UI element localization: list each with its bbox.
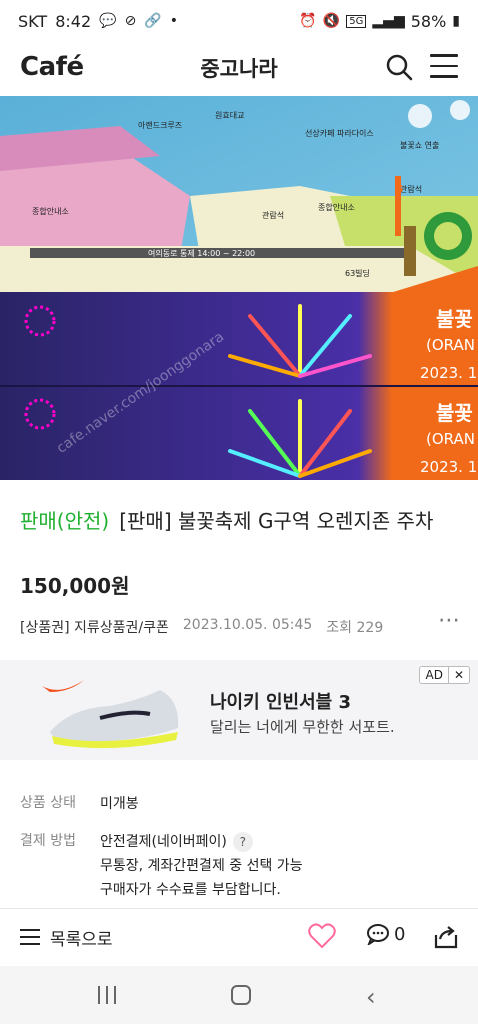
- search-icon[interactable]: [384, 52, 414, 82]
- ad-label: AD: [425, 668, 443, 682]
- list-icon: [20, 928, 40, 947]
- safe-sale-tag: 판매(안전): [20, 509, 110, 533]
- status-bar: SKT 8:42 💬 ⊘ 🔗 • ⏰ 🔇 5G ▂▄▆ 58% ▮: [0, 0, 478, 42]
- bottom-action-bar: 목록으로 0: [0, 908, 478, 966]
- share-icon[interactable]: [432, 923, 460, 951]
- ticket-text: 불꽃: [436, 401, 473, 425]
- ticket-photo-svg: 아랜드크루즈 원효대교 선상카페 파라다이스 불꽃쇼 연출 종합안내소 관람석 …: [0, 96, 478, 480]
- ad-product-name: 나이키 인빈서블 3: [210, 692, 351, 713]
- map-label: 관람석: [400, 184, 422, 194]
- back-icon[interactable]: ‹: [366, 983, 376, 1011]
- condition-label: 상품 상태: [20, 795, 76, 811]
- payment-value: 안전결제(네이버페이)? 무통장, 계좌간편결제 중 선택 가능 구매자가 수수…: [100, 830, 303, 902]
- road-closure-label: 여의동로 통제 14:00 ~ 22:00: [148, 248, 255, 258]
- listing-title-text: [판매] 불꽃축제 G구역 오렌지존 주차: [119, 509, 434, 533]
- map-label: 선상카페 파라다이스: [305, 128, 374, 138]
- ticket-text: (ORAN: [426, 336, 475, 354]
- wifi-off-icon: ⊘: [124, 13, 137, 29]
- mute-icon: 🔇: [322, 13, 341, 29]
- signal-icon: ▂▄▆: [372, 13, 405, 29]
- comment-count: 0: [394, 923, 406, 945]
- comment-button[interactable]: 0: [366, 923, 405, 945]
- battery-label: 58%: [410, 11, 447, 31]
- listing-category[interactable]: [상품권] 지류상품권/쿠폰: [20, 617, 169, 637]
- back-to-list-button[interactable]: 목록으로: [20, 925, 113, 950]
- zone-g-label: G: [395, 184, 403, 195]
- ticket-text: 불꽃: [436, 307, 473, 331]
- battery-icon: ▮: [452, 13, 460, 29]
- shoe-image: [42, 680, 179, 749]
- map-label: 원효대교: [215, 111, 244, 120]
- carrier-label: SKT: [18, 11, 48, 31]
- map-label: 관람석: [262, 210, 284, 220]
- recent-apps-icon[interactable]: [98, 986, 116, 1004]
- listing-photo[interactable]: 아랜드크루즈 원효대교 선상카페 파라다이스 불꽃쇼 연출 종합안내소 관람석 …: [0, 96, 478, 480]
- network-label: 5G: [346, 14, 367, 28]
- ticket-text: 2023. 1(: [420, 458, 478, 476]
- condition-value: 미개봉: [100, 796, 139, 812]
- system-nav-bar: ‹: [0, 966, 478, 1024]
- detail-info: 상품 상태 미개봉 결제 방법 안전결제(네이버페이)? 무통장, 계좌간편결제…: [20, 792, 460, 916]
- listing-date: 2023.10.05. 05:45: [182, 617, 313, 633]
- listing-views: 조회 229: [326, 620, 384, 636]
- map-label: 아랜드크루즈: [138, 120, 182, 130]
- ticket-text: 2023. 1(: [420, 364, 478, 382]
- map-label: 종합안내소: [318, 202, 355, 212]
- ad-banner[interactable]: 나이키 인빈서블 3 달리는 너에게 무한한 서포트. AD ✕: [0, 660, 478, 760]
- condition-row: 상품 상태 미개봉: [20, 792, 460, 816]
- link-icon: 🔗: [144, 13, 162, 29]
- ticket-text: (ORAN: [426, 430, 475, 448]
- cafe-logo[interactable]: Café: [20, 52, 84, 82]
- payment-label: 결제 방법: [20, 833, 76, 849]
- heart-icon[interactable]: [308, 923, 336, 949]
- payment-note: 무통장, 계좌간편결제 중 선택 가능: [100, 858, 303, 874]
- listing-title: 판매(안전) [판매] 불꽃축제 G구역 오렌지존 주차: [20, 505, 460, 537]
- map-label: 불꽃쇼 연출: [400, 140, 439, 150]
- chat-bubble-icon: 💬: [99, 13, 117, 29]
- ad-close-icon[interactable]: ✕: [447, 667, 469, 683]
- help-icon[interactable]: ?: [232, 832, 253, 852]
- ad-subtitle: 달리는 너에게 무한한 서포트.: [210, 718, 395, 736]
- hamburger-menu-icon[interactable]: [430, 54, 458, 80]
- payment-fee-note: 구매자가 수수료를 부담합니다.: [100, 882, 281, 898]
- more-options-icon[interactable]: ⋯: [438, 608, 461, 633]
- payment-row: 결제 방법 안전결제(네이버페이)? 무통장, 계좌간편결제 중 선택 가능 구…: [20, 830, 460, 902]
- ad-badge: AD ✕: [419, 666, 470, 684]
- map-label: 63빌딩: [345, 268, 370, 278]
- listing-meta: [상품권] 지류상품권/쿠폰 2023.10.05. 05:45 조회 229: [20, 617, 383, 637]
- comment-icon: [367, 924, 389, 945]
- payment-method: 안전결제(네이버페이): [100, 834, 227, 850]
- map-label: 종합안내소: [32, 206, 69, 216]
- dot-icon: •: [169, 13, 178, 29]
- home-icon[interactable]: [231, 985, 251, 1005]
- time-label: 8:42: [55, 11, 92, 31]
- listing-price: 150,000원: [20, 574, 130, 598]
- app-bar: Café 중고나라: [0, 42, 478, 96]
- back-to-list-label: 목록으로: [50, 930, 113, 950]
- alarm-icon: ⏰: [299, 13, 317, 29]
